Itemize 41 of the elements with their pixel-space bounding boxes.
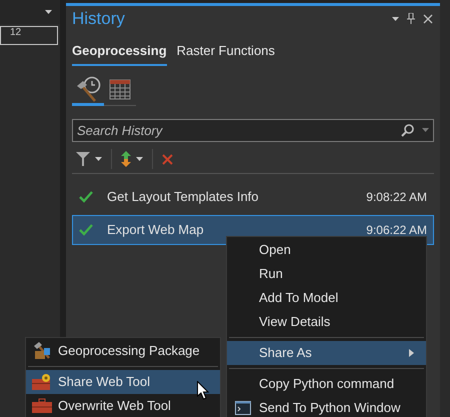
- menu-item[interactable]: Share Web Tool: [26, 370, 220, 394]
- console-icon: [235, 401, 251, 415]
- caret-icon: [136, 157, 143, 161]
- submenu-arrow-icon: [409, 349, 414, 357]
- close-icon[interactable]: [423, 14, 433, 24]
- menu-item[interactable]: Overwrite Web Tool: [26, 394, 220, 417]
- menu-item[interactable]: View Details: [227, 310, 426, 334]
- search-field[interactable]: Search History: [72, 118, 434, 142]
- toolbox-gear-icon: [31, 373, 53, 391]
- check-icon: [79, 190, 93, 202]
- menu-item[interactable]: Copy Python command: [227, 372, 426, 396]
- tool-name: Get Layout Templates Info: [107, 188, 260, 206]
- timestamp: 9:08:22 AM: [366, 188, 427, 206]
- search-icon[interactable]: [401, 124, 414, 136]
- toolbox-icon: [31, 398, 53, 414]
- delete-icon: [162, 154, 173, 164]
- options-button[interactable]: [392, 16, 399, 20]
- history-row[interactable]: Get Layout Templates Info 9:08:22 AM: [72, 182, 434, 212]
- caret-icon: [392, 16, 399, 20]
- ruler-label: 12: [10, 27, 22, 39]
- menu-item[interactable]: Run: [227, 262, 426, 286]
- tool-name: Export Web Map: [107, 220, 205, 239]
- check-icon: [79, 224, 93, 236]
- menu-item[interactable]: Send To Python Window: [227, 396, 426, 417]
- cursor-icon: [197, 381, 209, 400]
- menu-item[interactable]: Add To Model: [227, 286, 426, 310]
- caret-icon: [95, 157, 102, 161]
- caret-icon: [45, 10, 52, 14]
- tab[interactable]: Raster Functions: [176, 41, 275, 66]
- view-tab[interactable]: [72, 76, 104, 106]
- pin-icon[interactable]: [407, 13, 415, 24]
- timestamp: 9:06:22 AM: [366, 222, 427, 238]
- tab[interactable]: Geoprocessing: [72, 41, 167, 66]
- calendar-icon: [108, 77, 132, 101]
- panel-title: History: [72, 8, 125, 30]
- menu-item[interactable]: Share As: [227, 341, 426, 365]
- sort-arrows-icon: [121, 151, 131, 167]
- filter-icon: [76, 151, 90, 167]
- caret-icon: [422, 128, 429, 132]
- menu-item[interactable]: Geoprocessing Package: [26, 339, 220, 363]
- toolbox-hammer-icon: [32, 341, 52, 361]
